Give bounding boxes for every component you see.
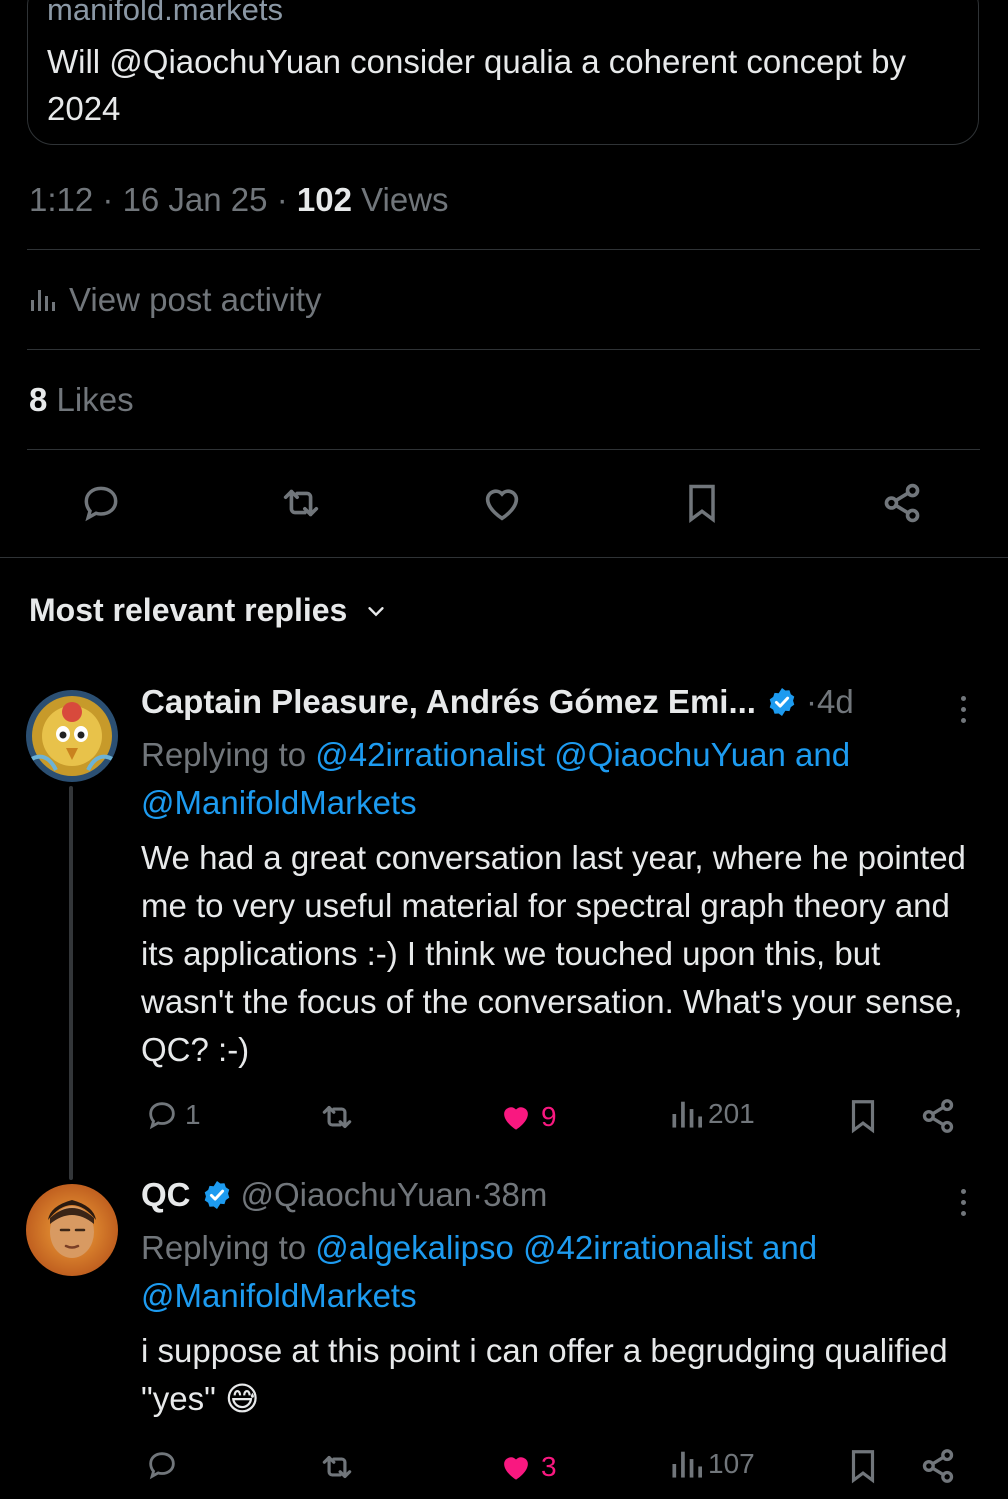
reply-icon: [84, 486, 118, 522]
retweet-button[interactable]: [318, 1448, 362, 1486]
card-title: Will @QiaochuYuan consider qualia a cohe…: [47, 43, 906, 127]
bookmark-button[interactable]: [844, 1446, 882, 1486]
share-button[interactable]: [918, 1096, 958, 1136]
verified-badge-icon: [204, 1181, 229, 1209]
mention-link[interactable]: @QiaochuYuan: [554, 736, 786, 773]
likes-count[interactable]: 8 Likes: [29, 381, 134, 419]
avatar-image: [26, 690, 118, 782]
views-label: Views: [351, 181, 449, 218]
retweet-icon: [322, 1105, 352, 1129]
reply-time[interactable]: 4d: [817, 683, 854, 721]
mention-conjunction[interactable]: and: [762, 1229, 817, 1266]
views-count: 102: [296, 181, 352, 218]
bookmark-icon: [689, 484, 715, 523]
analytics-icon: [31, 290, 55, 311]
view-post-activity-label: View post activity: [69, 281, 322, 318]
like-count: 9: [541, 1101, 557, 1132]
replying-to: Replying to @algekalipso @42irrationalis…: [141, 1224, 961, 1320]
reply-time[interactable]: 38m: [483, 1176, 547, 1214]
mention-link[interactable]: @42irrationalist: [315, 736, 545, 773]
divider: [27, 349, 980, 350]
share-button[interactable]: [877, 478, 927, 528]
views-button[interactable]: 107: [670, 1448, 755, 1480]
retweet-button[interactable]: [276, 478, 326, 528]
heart-icon: [485, 489, 519, 521]
analytics-icon: [672, 1451, 702, 1478]
reply-text: i suppose at this point i can offer a be…: [141, 1332, 948, 1417]
share-icon: [884, 483, 920, 523]
avatar[interactable]: [26, 690, 118, 782]
replying-to: Replying to @42irrationalist @QiaochuYua…: [141, 731, 961, 827]
reply-button[interactable]: 1: [145, 1098, 201, 1132]
thread-line: [69, 786, 73, 1180]
reply-count: 1: [185, 1099, 201, 1130]
meta-separator: ·: [93, 181, 123, 218]
heart-filled-icon: [504, 1107, 528, 1130]
retweet-icon: [322, 1455, 352, 1479]
retweet-icon: [283, 489, 319, 517]
replying-prefix: Replying to: [141, 736, 316, 773]
likes-number: 8: [29, 381, 48, 418]
like-button[interactable]: 9: [497, 1098, 557, 1136]
mention-conjunction[interactable]: and: [795, 736, 850, 773]
view-count: 201: [708, 1098, 755, 1129]
reply-header: Captain Pleasure, Andrés Gómez Emi... · …: [141, 683, 854, 721]
bookmark-icon: [851, 1450, 875, 1484]
share-button[interactable]: [918, 1446, 958, 1486]
verified-badge-icon: [769, 688, 795, 716]
display-name[interactable]: QC: [141, 1176, 191, 1214]
chevron-down-icon: [368, 606, 384, 616]
views-button[interactable]: 201: [670, 1098, 755, 1130]
likes-label: Likes: [47, 381, 134, 418]
user-handle[interactable]: @QiaochuYuan: [241, 1176, 473, 1214]
heart-filled-icon: [504, 1457, 528, 1480]
like-count: 3: [541, 1451, 557, 1482]
meta-separator: ·: [267, 181, 297, 218]
display-name[interactable]: Captain Pleasure, Andrés Gómez Emi...: [141, 683, 756, 721]
reply-button[interactable]: [76, 478, 126, 528]
share-icon: [922, 1099, 954, 1133]
separator: ·: [805, 683, 817, 720]
mention-link[interactable]: @algekalipso: [315, 1229, 514, 1266]
post-meta: 1:12 · 16 Jan 25 · 102 Views: [29, 181, 449, 219]
view-post-activity[interactable]: View post activity: [29, 281, 322, 319]
replies-sort-label: Most relevant replies: [29, 592, 348, 628]
divider: [27, 449, 980, 450]
reply-button[interactable]: [145, 1448, 185, 1482]
card-domain: manifold.markets: [47, 0, 284, 27]
like-button[interactable]: [477, 478, 527, 528]
view-count: 107: [708, 1448, 755, 1479]
retweet-button[interactable]: [318, 1098, 362, 1136]
avatar-image: [26, 1184, 118, 1276]
mention-link[interactable]: @ManifoldMarkets: [141, 784, 417, 821]
mention-link[interactable]: @42irrationalist: [523, 1229, 753, 1266]
separator: ·: [472, 1176, 484, 1213]
post-time: 1:12: [29, 181, 94, 218]
bookmark-button[interactable]: [677, 478, 727, 528]
section-divider: [0, 557, 1008, 558]
more-options-icon[interactable]: [950, 689, 976, 729]
replying-prefix: Replying to: [141, 1229, 316, 1266]
bookmark-icon: [851, 1100, 875, 1134]
share-icon: [922, 1449, 954, 1483]
reply-icon: [149, 1102, 175, 1130]
divider: [27, 249, 980, 250]
reply-header: QC @QiaochuYuan · 38m: [141, 1176, 547, 1214]
like-button[interactable]: 3: [497, 1448, 557, 1486]
mention-link[interactable]: @ManifoldMarkets: [141, 1277, 417, 1314]
reply-text: We had a great conversation last year, w…: [141, 839, 966, 1068]
bookmark-button[interactable]: [844, 1096, 882, 1136]
post-date[interactable]: 16 Jan 25: [123, 181, 268, 218]
avatar[interactable]: [26, 1184, 118, 1276]
more-options-icon[interactable]: [950, 1182, 976, 1222]
analytics-icon: [672, 1101, 702, 1128]
reply-icon: [149, 1452, 175, 1480]
replies-sort-dropdown[interactable]: Most relevant replies: [29, 592, 387, 629]
